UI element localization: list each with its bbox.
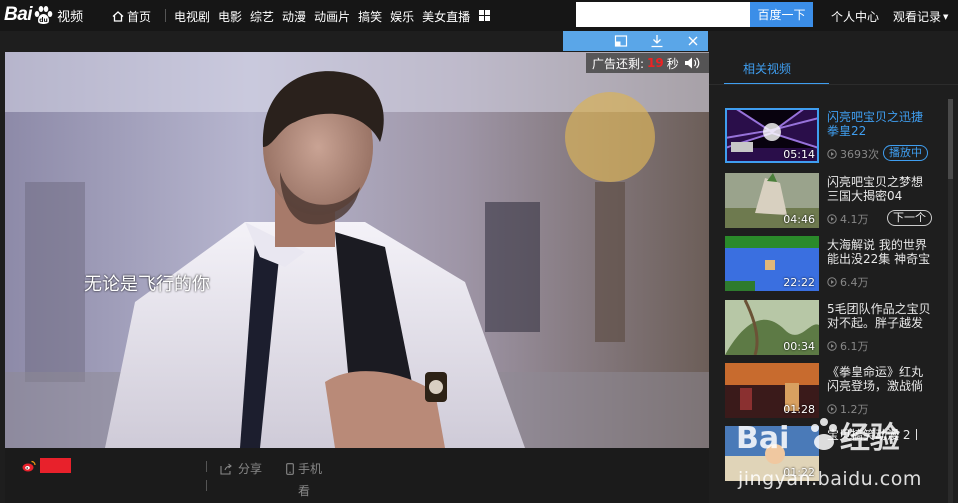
view-count-value: 6.4万: [840, 276, 869, 289]
view-count: 4.1万: [827, 211, 869, 227]
download-icon[interactable]: [650, 34, 664, 48]
play-count-icon: [827, 341, 837, 351]
top-navigation-bar: Bai du 视频 首页 电视剧 电影 综艺 动漫 动画片 搞笑 娱乐 美女直播…: [0, 0, 958, 31]
video-duration: 01:28: [783, 403, 815, 416]
play-count-icon: [827, 404, 837, 414]
video-title[interactable]: 大海解说 我的世界能出没22集 神奇宝: [827, 238, 931, 266]
video-thumbnail[interactable]: 00:34: [725, 300, 819, 355]
watermark-url: jingyan.baidu.com: [738, 468, 922, 490]
view-count-value: 3693次: [840, 148, 879, 161]
ad-label: 广告还剩:: [592, 56, 645, 71]
video-duration: 00:34: [783, 340, 815, 353]
video-title[interactable]: 5毛团队作品之宝贝对不起。胖子越发: [827, 302, 931, 330]
video-thumbnail[interactable]: 01:28: [725, 363, 819, 418]
svg-text:du: du: [39, 17, 48, 24]
nav-item-anime[interactable]: 动漫: [282, 8, 306, 25]
video-thumbnail[interactable]: 05:14: [725, 108, 819, 163]
logo-text: Bai: [4, 4, 33, 25]
panel-divider: [709, 84, 958, 85]
view-count: 1.2万: [827, 401, 869, 417]
divider: [206, 480, 207, 491]
player-action-bar: 分享 手机 看: [5, 448, 709, 503]
close-icon[interactable]: [686, 34, 700, 48]
player-mini-toolbar: [563, 31, 708, 51]
panel-scrollbar[interactable]: [948, 99, 953, 503]
nav-item-cartoon[interactable]: 动画片: [314, 8, 350, 25]
scroll-thumb[interactable]: [948, 99, 953, 179]
play-count-icon: [827, 149, 837, 159]
view-count-value: 1.2万: [840, 403, 869, 416]
view-count-value: 4.1万: [840, 213, 869, 226]
page: Bai du 视频 首页 电视剧 电影 综艺 动漫 动画片 搞笑 娱乐 美女直播…: [0, 0, 958, 503]
share-icon: [220, 463, 232, 475]
view-count: 3693次: [827, 146, 879, 162]
related-videos-panel: 相关视频 05:14 闪亮吧宝贝之迅捷拳皇22 3693次 播放中 04:46 …: [709, 52, 958, 503]
view-count: 6.1万: [827, 338, 869, 354]
video-duration: 04:46: [783, 213, 815, 226]
phone-icon: [286, 462, 294, 475]
paw-icon: du: [34, 6, 53, 24]
play-count-icon: [827, 214, 837, 224]
video-title[interactable]: 《拳皇命运》红丸闪亮登场，激战倘: [827, 365, 931, 393]
caret-down-icon: ▼: [943, 12, 949, 21]
video-thumbnail[interactable]: 22:22: [725, 236, 819, 291]
home-icon: [112, 11, 124, 22]
related-video-item[interactable]: 22:22 大海解说 我的世界能出没22集 神奇宝 6.4万: [725, 236, 945, 291]
video-title[interactable]: 闪亮吧宝贝之梦想三国大揭密04: [827, 175, 931, 203]
phone-label: 手机: [298, 462, 323, 476]
volume-icon[interactable]: [684, 56, 700, 70]
next-video-badge[interactable]: 下一个: [887, 210, 932, 226]
share-label: 分享: [238, 462, 263, 476]
home-label: 首页: [127, 10, 152, 24]
nav-item-funny[interactable]: 搞笑: [358, 8, 382, 25]
watch-history-menu[interactable]: 观看记录 ▼: [893, 8, 948, 25]
picture-in-picture-icon[interactable]: [614, 34, 628, 48]
more-categories-icon[interactable]: [479, 10, 490, 21]
video-title[interactable]: 闪亮吧宝贝之迅捷拳皇22: [827, 110, 931, 138]
video-thumbnail[interactable]: 04:46: [725, 173, 819, 228]
video-title[interactable]: 宝贝搞笑动漫 2丨: [827, 428, 931, 442]
video-duration: 05:14: [783, 148, 815, 161]
baidu-video-logo[interactable]: Bai du 视频: [4, 3, 83, 27]
phone-label-wrap: 看: [298, 484, 311, 498]
nav-item-entertainment[interactable]: 娱乐: [390, 8, 414, 25]
ad-seconds: 19: [647, 56, 664, 70]
watch-on-phone-button[interactable]: 手机: [286, 460, 322, 477]
user-center-link[interactable]: 个人中心: [831, 8, 879, 25]
ad-countdown: 广告还剩: 19 秒: [586, 53, 709, 73]
nav-divider: [165, 9, 166, 22]
related-video-item[interactable]: 00:34 5毛团队作品之宝贝对不起。胖子越发 6.1万: [725, 300, 945, 355]
ad-unit: 秒: [666, 56, 679, 71]
video-player[interactable]: 无论是飞行的你 广告还剩: 19 秒: [5, 52, 709, 448]
weibo-share-button[interactable]: [40, 458, 71, 473]
logo-suffix: 视频: [57, 9, 84, 25]
nav-item-tv[interactable]: 电视剧: [174, 8, 210, 25]
related-video-item[interactable]: 05:14 闪亮吧宝贝之迅捷拳皇22 3693次 播放中: [725, 108, 945, 163]
video-frame: [5, 52, 709, 448]
nav-item-live[interactable]: 美女直播: [422, 8, 470, 25]
related-video-item[interactable]: 04:46 闪亮吧宝贝之梦想三国大揭密04 4.1万 下一个: [725, 173, 945, 228]
category-nav: 电视剧 电影 综艺 动漫 动画片 搞笑 娱乐 美女直播: [174, 8, 478, 25]
search-input[interactable]: [576, 2, 750, 27]
tab-related-videos[interactable]: 相关视频: [724, 60, 829, 85]
view-count: 6.4万: [827, 274, 869, 290]
weibo-icon[interactable]: [22, 460, 36, 472]
home-link[interactable]: 首页: [112, 8, 151, 25]
related-video-item[interactable]: 01:28 《拳皇命运》红丸闪亮登场，激战倘 1.2万: [725, 363, 945, 418]
search-button[interactable]: 百度一下: [750, 2, 813, 27]
nav-item-movie[interactable]: 电影: [218, 8, 242, 25]
now-playing-badge: 播放中: [883, 145, 928, 161]
share-button[interactable]: 分享: [220, 460, 262, 477]
divider: [206, 461, 207, 472]
nav-item-variety[interactable]: 综艺: [250, 8, 274, 25]
view-count-value: 6.1万: [840, 340, 869, 353]
watch-history-label: 观看记录: [893, 10, 942, 24]
video-subtitle: 无论是飞行的你: [84, 274, 210, 295]
video-duration: 22:22: [783, 276, 815, 289]
play-count-icon: [827, 277, 837, 287]
